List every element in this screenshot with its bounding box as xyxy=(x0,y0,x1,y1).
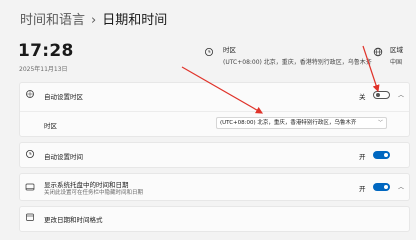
arrow-to-toggle xyxy=(362,45,380,93)
arrow-to-dropdown xyxy=(181,66,264,114)
annotation-arrows xyxy=(181,45,380,114)
